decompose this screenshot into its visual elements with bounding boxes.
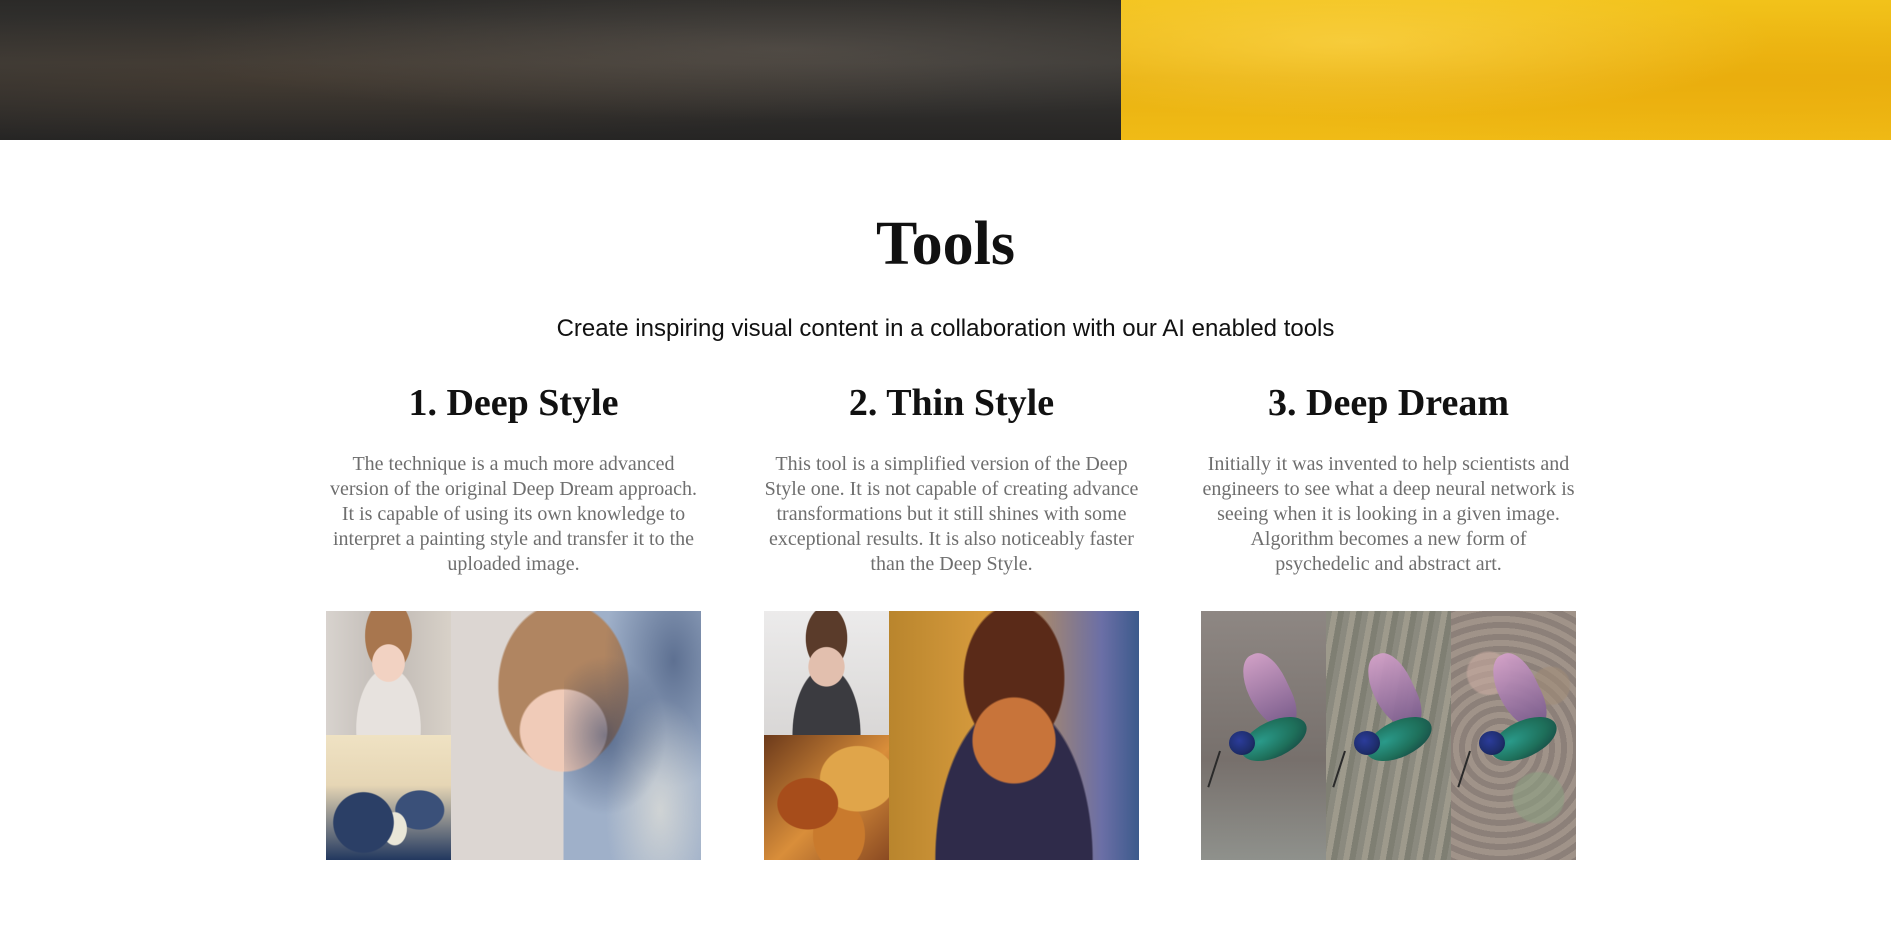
tools-title: Tools bbox=[875, 210, 1015, 278]
portrait-input-image bbox=[326, 611, 451, 735]
tool-card-title: 3. Deep Dream bbox=[1268, 382, 1509, 424]
tools-subtitle: Create inspiring visual content in a col… bbox=[556, 315, 1335, 342]
thin-style-input-images bbox=[764, 611, 889, 860]
deep-style-output-image bbox=[451, 611, 701, 860]
hero-banner-left-image bbox=[0, 0, 1121, 140]
tool-card-image[interactable] bbox=[1201, 611, 1576, 860]
tool-card-description: The technique is a much more advanced ve… bbox=[329, 453, 698, 575]
tool-card-description: This tool is a simplified version of the… bbox=[764, 453, 1139, 575]
tool-card-image[interactable] bbox=[764, 611, 1139, 860]
deep-dream-intermediate-panel bbox=[1326, 611, 1451, 860]
tool-card-title: 1. Deep Style bbox=[408, 382, 619, 424]
deep-dream-original-panel bbox=[1201, 611, 1326, 860]
hummingbird-image bbox=[1457, 646, 1576, 788]
tool-card-deep-style[interactable]: 1. Deep Style The technique is a much mo… bbox=[326, 378, 701, 860]
hero-banner-right-image bbox=[1121, 0, 1891, 140]
tool-card-deep-dream[interactable]: 3. Deep Dream Initially it was invented … bbox=[1201, 378, 1576, 860]
portrait-input-image bbox=[764, 611, 889, 735]
great-wave-style-image bbox=[326, 735, 451, 860]
hummingbird-image bbox=[1332, 646, 1464, 788]
tool-card-description: Initially it was invented to help scient… bbox=[1202, 453, 1575, 575]
hummingbird-image bbox=[1207, 646, 1339, 788]
tool-card-title: 2. Thin Style bbox=[848, 382, 1055, 424]
hero-banner bbox=[0, 0, 1891, 140]
deep-style-input-images bbox=[326, 611, 451, 860]
thin-style-output-image bbox=[889, 611, 1139, 860]
tool-card-image[interactable] bbox=[326, 611, 701, 860]
tool-card-thin-style[interactable]: 2. Thin Style This tool is a simplified … bbox=[764, 378, 1139, 860]
painting-style-image bbox=[764, 735, 889, 860]
deep-dream-output-panel bbox=[1451, 611, 1576, 860]
